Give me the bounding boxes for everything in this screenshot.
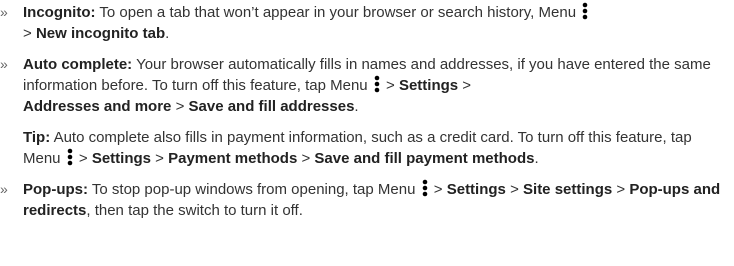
path-separator: > bbox=[616, 181, 626, 198]
item-label-incognito: Incognito: bbox=[23, 4, 96, 21]
path-separator: > bbox=[175, 98, 185, 115]
path-separator: > bbox=[462, 77, 472, 94]
more-vert-icon bbox=[67, 148, 73, 166]
bullet-marker: » bbox=[0, 4, 8, 20]
sentence-end: . bbox=[165, 25, 170, 42]
menu-path-settings: Settings bbox=[91, 150, 151, 167]
menu-path-settings: Settings bbox=[446, 181, 506, 198]
menu-path-save-fill-payment-methods: Save and fill payment methods bbox=[314, 150, 535, 167]
tip-label: Tip: bbox=[23, 129, 51, 146]
path-separator: > bbox=[23, 25, 32, 42]
more-vert-icon bbox=[582, 2, 588, 20]
item-text-pop-ups: To stop pop-up windows from opening, tap… bbox=[91, 181, 416, 198]
menu-path-addresses-and-more: Addresses and more bbox=[23, 98, 172, 115]
more-vert-icon bbox=[374, 75, 380, 93]
sentence-end: . bbox=[354, 98, 359, 115]
menu-path-save-fill-addresses: Save and fill addresses bbox=[188, 98, 355, 115]
document-page: » Incognito: To open a tab that won’t ap… bbox=[0, 0, 734, 266]
path-separator: > bbox=[78, 150, 88, 167]
bullet-marker: » bbox=[0, 56, 8, 72]
item-label-pop-ups: Pop-ups: bbox=[23, 181, 88, 198]
path-separator: > bbox=[386, 77, 395, 94]
path-separator: > bbox=[155, 150, 164, 167]
path-separator: > bbox=[433, 181, 443, 198]
item-text-incognito: To open a tab that won’t appear in your … bbox=[99, 4, 577, 21]
tip-paragraph: Tip: Auto complete also fills in payment… bbox=[23, 127, 730, 169]
path-separator: > bbox=[510, 181, 519, 198]
list-item-incognito: » Incognito: To open a tab that won’t ap… bbox=[0, 2, 730, 44]
item-label-auto-complete: Auto complete: bbox=[23, 56, 133, 73]
menu-path-site-settings: Site settings bbox=[523, 181, 613, 198]
bullet-marker: » bbox=[0, 181, 8, 197]
menu-path-payment-methods: Payment methods bbox=[168, 150, 298, 167]
path-separator: > bbox=[301, 150, 311, 167]
menu-path-settings: Settings bbox=[398, 77, 459, 94]
menu-path-new-incognito-tab: New incognito tab bbox=[35, 25, 166, 42]
list-item-pop-ups: » Pop-ups: To stop pop-up windows from o… bbox=[0, 179, 730, 221]
sentence-end: , then tap the switch to turn it off. bbox=[86, 202, 303, 219]
more-vert-icon bbox=[422, 179, 427, 197]
list-item-auto-complete: » Auto complete: Your browser automatica… bbox=[0, 54, 730, 117]
sentence-end: . bbox=[534, 150, 539, 167]
